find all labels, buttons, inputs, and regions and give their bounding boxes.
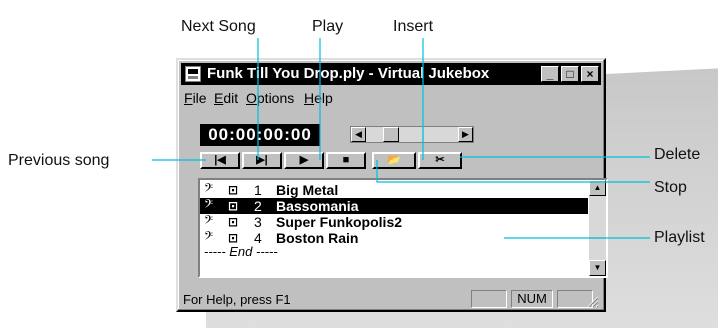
menu-edit[interactable]: Edit [214,90,238,106]
song-title: Big Metal [276,182,339,198]
window-title: Funk Till You Drop.ply - Virtual Jukebox [207,65,490,82]
callout-playlist: Playlist [654,229,705,246]
playlist-item[interactable]: 𝄢 ⊡ 3 Super Funkopolis2 [200,214,588,230]
scroll-down-button[interactable]: ▼ [589,260,606,276]
menu-file-rest: ile [192,90,207,106]
track-number: 3 [254,214,262,230]
stop-icon: ■ [342,154,350,166]
previous-track-icon: |◀ [214,154,226,166]
menu-help[interactable]: Help [304,90,333,106]
callout-play: Play [312,18,344,35]
scroll-thumb[interactable] [383,127,399,142]
play-button[interactable]: ▶ [284,152,324,169]
bass-clef-icon: 𝄢 [204,198,214,214]
menu-file[interactable]: File [184,90,207,106]
stop-button[interactable]: ■ [326,152,366,169]
track-number: 1 [254,182,262,198]
insert-button[interactable]: 📂 [372,152,416,169]
callout-previous-song: Previous song [8,152,110,169]
scroll-right-button[interactable]: ▶ [458,127,473,142]
bass-clef-icon: 𝄢 [204,182,214,198]
callout-insert: Insert [393,18,434,35]
cassette-icon: ⊡ [228,183,239,197]
cassette-icon: ⊡ [228,199,239,213]
menu-options[interactable]: Options [246,90,294,106]
scissors-icon: ✂ [435,154,445,166]
menu-edit-rest: dit [223,90,239,106]
menu-options-mnemonic: O [246,90,257,106]
playlist-scrollbar[interactable]: ▲ ▼ [589,180,606,276]
song-title: Boston Rain [276,230,359,246]
position-scrollbar[interactable]: ◀ ▶ [350,126,474,143]
title-bar[interactable]: Funk Till You Drop.ply - Virtual Jukebox… [181,63,601,85]
callout-stop: Stop [654,179,687,196]
menu-options-rest: ptions [256,90,295,106]
playlist[interactable]: 𝄢 ⊡ 1 Big Metal 𝄢 ⊡ 2 Bassomania 𝄢 ⊡ 3 S… [198,178,608,278]
song-title: Super Funkopolis2 [276,214,403,230]
folder-open-icon: 📂 [387,154,401,166]
play-icon: ▶ [299,154,309,166]
status-help-text: For Help, press F1 [183,292,291,307]
minimize-button[interactable]: _ [541,66,559,82]
previous-song-button[interactable]: |◀ [200,152,240,169]
menu-file-mnemonic: F [184,90,193,106]
song-title: Bassomania [276,198,359,214]
close-button[interactable]: × [581,66,599,82]
maximize-button[interactable]: □ [561,66,579,82]
delete-button[interactable]: ✂ [418,152,462,169]
track-number: 2 [254,198,262,214]
menu-edit-mnemonic: E [214,90,224,106]
menu-help-mnemonic: H [304,90,315,106]
jukebox-window: Funk Till You Drop.ply - Virtual Jukebox… [176,58,608,312]
playlist-end-marker: ----- End ----- [204,244,278,259]
playlist-item[interactable]: 𝄢 ⊡ 1 Big Metal [200,182,588,198]
next-track-icon: ▶| [256,154,268,166]
callout-delete: Delete [654,146,701,163]
status-panel-empty [471,290,507,308]
playlist-item-selected[interactable]: 𝄢 ⊡ 2 Bassomania [200,198,588,214]
next-song-button[interactable]: ▶| [242,152,282,169]
callout-next-song: Next Song [181,18,256,35]
resize-grip-icon[interactable] [585,294,599,308]
scroll-left-button[interactable]: ◀ [351,127,366,142]
bass-clef-icon: 𝄢 [204,214,214,230]
app-icon[interactable] [185,66,201,82]
num-lock-indicator: NUM [511,290,553,308]
menu-help-rest: elp [314,90,333,106]
time-display: 00:00:00:00 [200,124,320,146]
cassette-icon: ⊡ [228,215,239,229]
scroll-up-button[interactable]: ▲ [589,180,606,196]
status-bar: For Help, press F1 NUM [181,288,601,310]
